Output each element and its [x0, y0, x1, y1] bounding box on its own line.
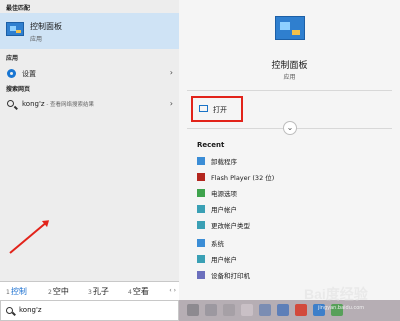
system-icon [197, 239, 205, 247]
recent-item[interactable]: 更改帐户类型 [197, 219, 387, 231]
recent-item-label: 电源选项 [211, 190, 237, 198]
recent-item-label: 设备和打印机 [211, 272, 250, 280]
user-accounts-icon [197, 221, 205, 229]
recent-item-label: 卸载程序 [211, 158, 237, 166]
control-panel-icon [6, 22, 24, 36]
recent-item-label: 更改帐户类型 [211, 222, 250, 230]
open-icon [199, 105, 208, 112]
recent-item[interactable]: 电源选项 [197, 187, 387, 199]
uninstall-program-icon [197, 157, 205, 165]
apps-header: 应用 [6, 55, 19, 62]
recent-item-label: 用户帐户 [211, 206, 237, 214]
candidate-text: 控制 [10, 287, 27, 296]
open-button[interactable]: 打开 [191, 96, 243, 122]
open-button-label: 打开 [213, 106, 227, 114]
watermark-url: jingyan.baidu.com [318, 305, 365, 311]
taskbar-app-icon[interactable] [187, 304, 199, 316]
ime-candidate[interactable]: 1控制 [6, 286, 27, 297]
preview-panel: 控制面板 应用 打开 ⌄ Recent 卸载程序 Flash Player (3… [179, 0, 400, 300]
preview-title: 控制面板 [271, 61, 308, 71]
candidate-number: 4 [128, 289, 132, 296]
chevron-right-icon[interactable]: › [170, 68, 173, 77]
ime-page-arrows[interactable]: ‹ › [169, 287, 176, 294]
best-match-header: 最佳匹配 [6, 5, 31, 12]
recent-item[interactable]: 卸载程序 [197, 155, 387, 167]
web-search-header: 搜索网页 [6, 86, 31, 93]
divider [187, 90, 392, 91]
candidate-number: 1 [6, 289, 10, 296]
search-results-panel: 最佳匹配 控制面板 应用 应用 设置 › 搜索网页 kong'z - 查看网络搜… [0, 0, 179, 300]
search-box[interactable]: kong'z [0, 300, 179, 321]
user-accounts-icon [197, 255, 205, 263]
recent-item[interactable]: Flash Player (32 位) [197, 171, 387, 183]
candidate-number: 3 [88, 289, 92, 296]
watermark-logo: Bai度经验 [304, 286, 368, 302]
recent-item-label: 系统 [211, 240, 224, 248]
taskbar-app-icon[interactable] [277, 304, 289, 316]
best-match-title: 控制面板 [30, 22, 62, 31]
recent-item[interactable]: 用户帐户 [197, 203, 387, 215]
recent-header: Recent [197, 141, 225, 149]
taskbar-app-icon[interactable] [295, 304, 307, 316]
devices-printers-icon [197, 271, 205, 279]
app-item-settings[interactable]: 设置 › [0, 66, 179, 80]
search-icon [6, 307, 13, 314]
gear-icon [7, 69, 16, 78]
flash-player-icon [197, 173, 205, 181]
ime-candidate-bar: 1控制 2空中 3孔子 4空看 ‹ › [0, 281, 179, 300]
web-search-query: kong'z [22, 100, 45, 108]
recent-item-label: 用户帐户 [211, 256, 237, 264]
recent-item[interactable]: 系统 [197, 237, 387, 249]
user-accounts-icon [197, 205, 205, 213]
power-options-icon [197, 189, 205, 197]
chevron-right-icon[interactable]: › [170, 99, 173, 108]
recent-item-label: Flash Player (32 位) [211, 174, 275, 182]
taskbar-app-icon[interactable] [241, 304, 253, 316]
app-item-label: 设置 [22, 70, 36, 78]
candidate-text: 孔子 [92, 287, 109, 296]
best-match-subtitle: 应用 [30, 36, 43, 43]
control-panel-icon [275, 16, 305, 40]
candidate-text: 空中 [52, 287, 69, 296]
candidate-text: 空看 [132, 287, 149, 296]
web-search-hint: - 查看网络搜索结果 [44, 102, 95, 108]
taskbar-app-icon[interactable] [223, 304, 235, 316]
recent-item[interactable]: 用户帐户 [197, 253, 387, 265]
taskbar-app-icon[interactable] [259, 304, 271, 316]
ime-candidate[interactable]: 2空中 [48, 286, 69, 297]
search-icon [7, 100, 14, 107]
search-input[interactable]: kong'z [19, 306, 42, 314]
candidate-number: 2 [48, 289, 52, 296]
ime-candidate[interactable]: 4空看 [128, 286, 149, 297]
preview-subtitle: 应用 [283, 74, 296, 81]
web-search-item[interactable]: kong'z - 查看网络搜索结果 › [0, 97, 179, 111]
recent-item[interactable]: 设备和打印机 [197, 269, 387, 281]
ime-candidate[interactable]: 3孔子 [88, 286, 109, 297]
best-match-control-panel[interactable]: 控制面板 应用 [0, 13, 179, 49]
taskbar-app-icon[interactable] [205, 304, 217, 316]
chevron-down-icon[interactable]: ⌄ [283, 121, 297, 135]
